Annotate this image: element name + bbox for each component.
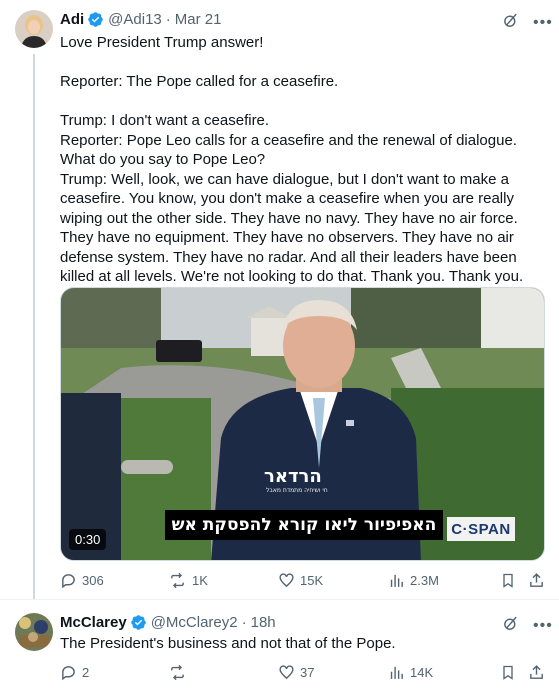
share-icon [530, 573, 543, 587]
like-count: 15K [300, 573, 324, 588]
tweet-divider [0, 599, 559, 600]
like-button[interactable]: 15K [278, 572, 323, 589]
views-count: 2.3M [410, 573, 439, 588]
tweet-date[interactable]: Mar 21 [175, 11, 222, 28]
avatar[interactable] [15, 10, 53, 48]
reply-button[interactable]: 2 [60, 664, 89, 681]
repost-icon [171, 572, 184, 589]
reply-count: 306 [82, 573, 104, 588]
video-player[interactable]: הרדאר חי ושיחיה מתמדת מאבל האפיפיור ליאו… [60, 287, 545, 561]
like-icon [279, 665, 294, 680]
reply-icon [62, 666, 75, 681]
bookmark-icon [503, 573, 513, 588]
reply-count: 2 [82, 665, 90, 680]
user-handle[interactable]: @McClarey2 [151, 614, 238, 631]
bookmark-button[interactable] [500, 572, 516, 589]
tweet-text: The President's business and not that of… [60, 635, 396, 652]
verified-badge-icon [130, 614, 147, 631]
repost-button[interactable]: 1K [168, 572, 208, 589]
tweet-header-actions: ••• [502, 12, 553, 34]
tweet-header: McClarey @McClarey2 · 18h [60, 614, 276, 631]
views-icon [390, 574, 403, 587]
more-icon[interactable]: ••• [533, 15, 553, 31]
more-icon[interactable]: ••• [533, 618, 553, 634]
video-watermark-subtitle: חי ושיחיה מתמדת מאבל [266, 487, 328, 494]
verified-badge-icon [87, 11, 104, 28]
repost-count: 1K [192, 573, 208, 588]
bookmark-button[interactable] [500, 664, 516, 681]
views-button[interactable]: 14K [388, 664, 433, 681]
reply-button[interactable]: 306 [60, 572, 104, 589]
video-caption: האפיפיור ליאו קורא להפסקת אש [165, 510, 443, 540]
views-icon [390, 666, 403, 679]
tweet-text: Love President Trump answer! Reporter: T… [60, 34, 524, 285]
like-icon [279, 573, 294, 588]
display-name[interactable]: Adi [60, 11, 84, 28]
like-button[interactable]: 37 [278, 664, 314, 681]
grok-icon[interactable] [502, 12, 519, 34]
video-duration: 0:30 [69, 529, 107, 550]
views-button[interactable]: 2.3M [388, 572, 439, 589]
user-handle[interactable]: @Adi13 [108, 11, 162, 28]
separator-dot: · [165, 11, 171, 28]
reply-icon [62, 574, 75, 589]
tweet-actions: 2 37 14K [60, 664, 546, 684]
tweet-date[interactable]: 18h [251, 614, 276, 631]
share-icon [530, 665, 543, 679]
separator-dot: · [241, 614, 247, 631]
avatar[interactable] [15, 613, 53, 651]
channel-logo: C·SPAN [447, 517, 515, 541]
repost-button[interactable] [168, 664, 192, 681]
thread-connector-line [33, 54, 35, 600]
bookmark-icon [503, 665, 513, 680]
share-button[interactable] [528, 664, 545, 681]
like-count: 37 [300, 665, 315, 680]
views-count: 14K [410, 665, 434, 680]
tweet-header: Adi @Adi13 · Mar 21 [60, 11, 221, 28]
display-name[interactable]: McClarey [60, 614, 127, 631]
share-button[interactable] [528, 572, 545, 589]
tweet-actions: 306 1K 15K 2.3M [60, 572, 546, 592]
video-watermark: הרדאר [264, 466, 322, 487]
repost-icon [171, 664, 184, 681]
